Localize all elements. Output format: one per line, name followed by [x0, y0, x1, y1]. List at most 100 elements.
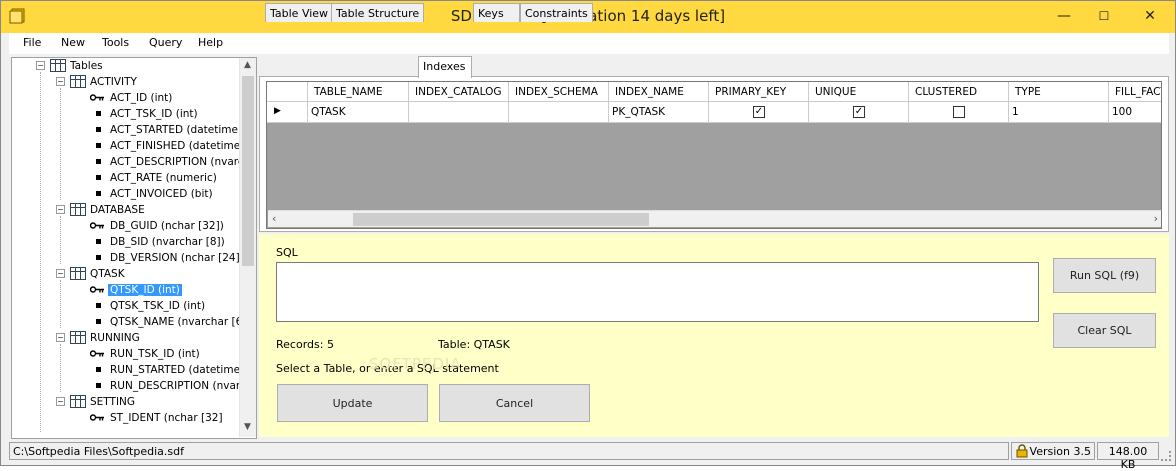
scroll-up-arrow-icon[interactable]: ▲: [244, 60, 251, 70]
indexes-grid-frame: TABLE_NAME INDEX_CATALOG INDEX_SCHEMA IN…: [259, 76, 1169, 232]
update-button[interactable]: Update: [277, 384, 428, 422]
indexes-grid[interactable]: TABLE_NAME INDEX_CATALOG INDEX_SCHEMA IN…: [266, 81, 1162, 229]
status-bar: C:\Softpedia Files\Softpedia.sdf Version…: [1, 439, 1175, 471]
column-header[interactable]: INDEX_NAME: [609, 82, 709, 102]
cell-fill-fact[interactable]: 100: [1109, 102, 1161, 123]
tree-column[interactable]: ACT_DESCRIPTION (nvarch: [110, 155, 250, 169]
tree-column[interactable]: ACT_STARTED (datetime): [110, 123, 242, 137]
column-header[interactable]: CLUSTERED: [909, 82, 1009, 102]
grid-horizontal-scrollbar[interactable]: ‹ ›: [268, 210, 1161, 227]
column-header[interactable]: UNIQUE: [809, 82, 909, 102]
tree-table-setting[interactable]: SETTING: [90, 395, 135, 409]
tree-table-database[interactable]: DATABASE: [90, 203, 145, 217]
maximize-button[interactable]: ☐: [1089, 1, 1119, 31]
table-icon: [70, 395, 86, 408]
grid-corner: [267, 82, 308, 102]
tree-table-qtask[interactable]: QTASK: [90, 267, 125, 281]
tree-root-tables[interactable]: Tables: [70, 59, 103, 73]
tree-column[interactable]: RUN_DESCRIPTION (nvarc: [110, 379, 246, 393]
cell-primary-key[interactable]: ✓: [709, 102, 809, 123]
primary-key-icon: [90, 350, 104, 357]
collapse-toggle[interactable]: −: [56, 77, 65, 86]
cell-clustered[interactable]: [909, 102, 1009, 123]
selected-column-label: QTSK_ID (int): [108, 284, 182, 296]
file-path: C:\Softpedia Files\Softpedia.sdf: [9, 442, 1009, 460]
minimize-button[interactable]: —: [1049, 1, 1079, 31]
tree-table-activity[interactable]: ACTIVITY: [90, 75, 137, 89]
column-icon: [96, 303, 101, 308]
cell-index-name[interactable]: PK_QTASK: [609, 102, 709, 123]
column-header[interactable]: TYPE: [1009, 82, 1109, 102]
column-header[interactable]: INDEX_SCHEMA: [509, 82, 609, 102]
tab-constraints[interactable]: Constraints: [520, 3, 593, 22]
cell-unique[interactable]: ✓: [809, 102, 909, 123]
menu-tools[interactable]: Tools: [102, 36, 129, 49]
lock-icon: [1016, 444, 1028, 458]
cell-index-catalog[interactable]: [409, 102, 509, 123]
collapse-toggle[interactable]: −: [56, 397, 65, 406]
tree-column[interactable]: ACT_ID (int): [110, 91, 172, 105]
run-sql-button[interactable]: Run SQL (f9): [1053, 258, 1156, 293]
column-header[interactable]: INDEX_CATALOG: [409, 82, 509, 102]
table-icon: [70, 267, 86, 280]
tree-column[interactable]: ACT_TSK_ID (int): [110, 107, 198, 121]
column-header[interactable]: TABLE_NAME: [308, 82, 409, 102]
primary-key-icon: [90, 414, 104, 421]
collapse-toggle[interactable]: −: [56, 205, 65, 214]
menu-query[interactable]: Query: [149, 36, 182, 49]
column-header[interactable]: FILL_FACT: [1109, 82, 1161, 102]
tree-scroll-thumb[interactable]: [242, 76, 254, 266]
tree-column[interactable]: DB_GUID (nchar [32]): [110, 219, 224, 233]
cancel-button[interactable]: Cancel: [439, 384, 590, 422]
tree-vertical-scrollbar[interactable]: ▲ ▼: [239, 58, 256, 437]
collapse-toggle[interactable]: −: [36, 61, 45, 70]
menu-help[interactable]: Help: [198, 36, 223, 49]
menu-file[interactable]: File: [23, 36, 41, 49]
scroll-left-arrow-icon[interactable]: ‹: [272, 212, 276, 225]
tree-column[interactable]: RUN_STARTED (datetime): [110, 363, 244, 377]
scroll-down-arrow-icon[interactable]: ▼: [244, 422, 251, 432]
primary-key-icon: [90, 94, 104, 101]
column-icon: [96, 255, 101, 260]
collapse-toggle[interactable]: −: [56, 333, 65, 342]
clear-sql-button[interactable]: Clear SQL: [1053, 313, 1156, 348]
resize-grip-icon[interactable]: [1161, 451, 1171, 461]
table-tree[interactable]: − Tables − ACTIVITY ACT_ID (int) ACT_TSK…: [11, 57, 257, 439]
tab-indexes[interactable]: Indexes: [418, 56, 472, 78]
cell-table-name[interactable]: QTASK: [308, 102, 409, 123]
column-header[interactable]: PRIMARY_KEY: [709, 82, 809, 102]
tab-table-view[interactable]: Table View: [265, 3, 334, 22]
primary-key-checkbox[interactable]: ✓: [753, 106, 765, 118]
cell-type[interactable]: 1: [1009, 102, 1109, 123]
tree-column[interactable]: ST_IDENT (nchar [32]: [110, 411, 223, 425]
close-button[interactable]: ✕: [1127, 1, 1173, 31]
scroll-right-arrow-icon[interactable]: ›: [1154, 212, 1158, 225]
sql-input[interactable]: [276, 262, 1039, 322]
tree-column[interactable]: DB_VERSION (nchar [24]): [110, 251, 244, 265]
tree-line: [60, 216, 61, 264]
tree-column[interactable]: QTSK_NAME (nvarchar [64: [110, 315, 249, 329]
unique-checkbox[interactable]: ✓: [853, 106, 865, 118]
app-window: SDF Viewer [Evaluation 14 days left] — ☐…: [0, 0, 1176, 471]
column-icon: [96, 383, 101, 388]
column-icon: [96, 159, 101, 164]
tree-column[interactable]: QTSK_TSK_ID (int): [110, 299, 205, 313]
menu-new[interactable]: New: [61, 36, 85, 49]
column-icon: [96, 367, 101, 372]
cell-index-schema[interactable]: [509, 102, 609, 123]
tree-column[interactable]: DB_SID (nvarchar [8]): [110, 235, 225, 249]
tab-table-structure[interactable]: Table Structure: [331, 3, 425, 22]
tree-column[interactable]: ACT_FINISHED (datetime): [110, 139, 244, 153]
tab-keys[interactable]: Keys: [473, 3, 520, 22]
tree-column[interactable]: ACT_RATE (numeric): [110, 171, 217, 185]
tree-column[interactable]: RUN_TSK_ID (int): [110, 347, 200, 361]
tree-table-running[interactable]: RUNNING: [90, 331, 140, 345]
tree-line: [40, 72, 41, 432]
clustered-checkbox[interactable]: [953, 106, 965, 118]
current-table-label: Table: QTASK: [438, 338, 510, 351]
collapse-toggle[interactable]: −: [56, 269, 65, 278]
watermark: SOFTPEDIA: [369, 355, 462, 373]
grid-scroll-thumb[interactable]: [353, 213, 649, 226]
tree-column-selected[interactable]: QTSK_ID (int): [108, 283, 182, 297]
tree-column[interactable]: ACT_INVOICED (bit): [110, 187, 213, 201]
